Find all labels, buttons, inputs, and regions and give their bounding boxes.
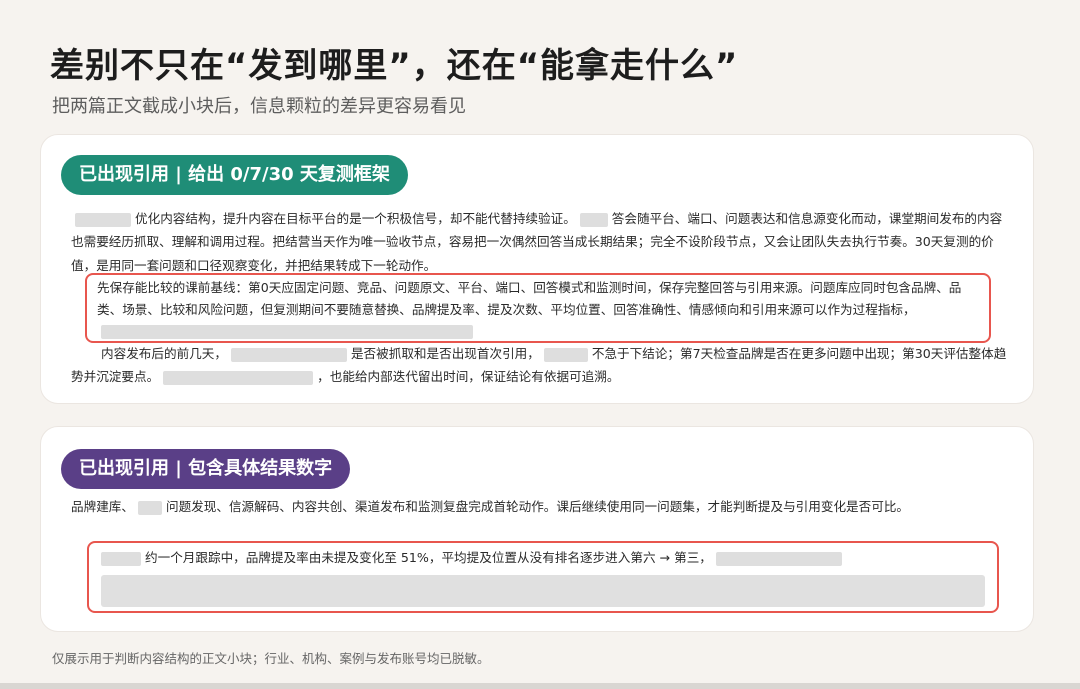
callout-baseline: 先保存能比较的课前基线：第0天应固定问题、竞品、问题原文、平台、端口、回答模式和… [85,273,991,343]
callout-baseline-body: 先保存能比较的课前基线：第0天应固定问题、竞品、问题原文、平台、端口、回答模式和… [97,280,962,317]
redacted-block [579,212,608,227]
footnote: 仅展示用于判断内容结构的正文小块；行业、机构、案例与发布账号均已脱敏。 [52,651,490,666]
card1-para3-text-a: 内容发布后的前几天， [101,346,227,361]
card1-paragraph-1: 优化内容结构，提升内容在目标平台的是一个积极信号，却不能代替持续验证。 答会随平台… [71,207,1007,277]
callout-baseline-text: 先保存能比较的课前基线：第0天应固定问题、竞品、问题原文、平台、端口、回答模式和… [97,277,979,342]
redacted-block [163,370,314,385]
callout-results-body: 约一个月跟踪中，品牌提及率由未提及变化至 51%，平均提及位置从没有排名逐步进入… [145,550,712,565]
callout-results-text: 约一个月跟踪中，品牌提及率由未提及变化至 51%，平均提及位置从没有排名逐步进入… [101,547,985,569]
redacted-block [137,500,162,515]
card2-para1-text-a: 品牌建库、 [71,499,134,514]
badge-result-numbers: 已出现引用 | 包含具体结果数字 [61,449,351,489]
badge-retest-framework: 已出现引用 | 给出 0/7/30 天复测框架 [61,155,408,195]
card2-para1-text-b: 问题发现、信源解码、内容共创、渠道发布和监测复盘完成首轮动作。课后继续使用同一问… [165,499,909,514]
redacted-block [101,575,985,607]
page-subtitle: 把两篇正文截成小块后，信息颗粒的差异更容易看见 [52,96,466,117]
redacted-block [230,347,347,362]
redacted-block [101,324,473,339]
redacted-block [715,551,842,566]
redacted-block [75,212,131,227]
card2-paragraph-1: 品牌建库、 问题发现、信源解码、内容共创、渠道发布和监测复盘完成首轮动作。课后继续… [71,495,1007,518]
card1-para3-text-b: 是否被抓取和是否出现首次引用， [350,346,540,361]
callout-results: 约一个月跟踪中，品牌提及率由未提及变化至 51%，平均提及位置从没有排名逐步进入… [87,541,999,613]
card-result-numbers: 已出现引用 | 包含具体结果数字 品牌建库、 问题发现、信源解码、内容共创、渠道发… [40,426,1034,632]
redacted-block [543,347,588,362]
card1-paragraph-3: 内容发布后的前几天， 是否被抓取和是否出现首次引用， 不急于下结论；第7天检查品牌是… [71,342,1007,389]
redacted-block [101,551,141,566]
card1-para3-text-d: ，也能给内部迭代留出时间，保证结论有依据可追溯。 [317,369,620,385]
bottom-bar [0,683,1080,689]
card1-para1-text-a: 优化内容结构，提升内容在目标平台的是一个积极信号，却不能代替持续验证。 [135,211,576,226]
page-title: 差别不只在“发到哪里”，还在“能拿走什么” [50,46,739,86]
card-retest-framework: 已出现引用 | 给出 0/7/30 天复测框架 优化内容结构，提升内容在目标平台… [40,134,1034,404]
